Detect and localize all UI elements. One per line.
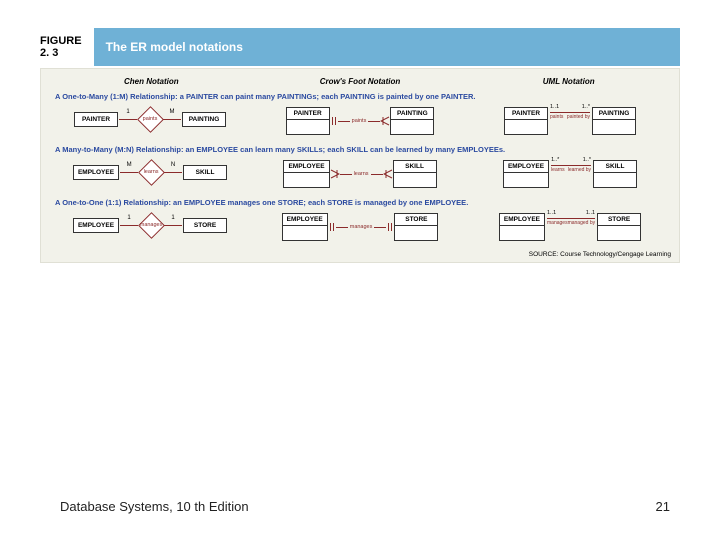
rel-diamond: paints [138, 107, 162, 131]
column-headers: Chen Notation Crow's Foot Notation UML N… [47, 77, 673, 86]
diagram-container: Chen Notation Crow's Foot Notation UML N… [40, 68, 680, 263]
entity-painter: PAINTER [74, 112, 118, 127]
uml-1m: PAINTER 1..11..* paintspainted by PAINTI… [467, 107, 673, 135]
figure-title: The ER model notations [94, 28, 680, 66]
crow-one-icon [330, 116, 338, 126]
figure-number: 2. 3 [40, 47, 82, 59]
figure-label: FIGURE [40, 35, 82, 47]
chen-mn: EMPLOYEE M learns N SKILL [47, 160, 253, 184]
desc-1m: A One-to-Many (1:M) Relationship: a PAIN… [55, 92, 673, 101]
figure-header: FIGURE 2. 3 The ER model notations [40, 28, 680, 66]
uml-11: EMPLOYEE 1..11..1 managesmanaged by STOR… [467, 213, 673, 241]
entity-painting: PAINTING [182, 112, 226, 127]
desc-mn: A Many-to-Many (M:N) Relationship: an EM… [55, 145, 673, 154]
col-chen: Chen Notation [47, 77, 256, 86]
row-mn: EMPLOYEE M learns N SKILL EMPLOYEE learn… [47, 160, 673, 188]
desc-11: A One-to-One (1:1) Relationship: an EMPL… [55, 198, 673, 207]
row-1m: PAINTER 1 paints M PAINTING PAINTER pain… [47, 107, 673, 135]
col-uml: UML Notation [464, 77, 673, 86]
rel-diamond: learns [139, 160, 163, 184]
uml-mn: EMPLOYEE 1..*1..* learnslearned by SKILL [467, 160, 673, 188]
crow-one-icon [386, 222, 394, 232]
source-credit: SOURCE: Course Technology/Cengage Learni… [47, 251, 673, 258]
crow-many-icon [330, 169, 340, 179]
row-11: EMPLOYEE 1 manages 1 STORE EMPLOYEE mana… [47, 213, 673, 241]
page-footer: Database Systems, 10 th Edition 21 [60, 499, 670, 514]
book-title: Database Systems, 10 th Edition [60, 499, 249, 514]
crow-many-icon [383, 169, 393, 179]
crow-mn: EMPLOYEE learns SKILL [257, 160, 463, 188]
crow-one-icon [328, 222, 336, 232]
rel-diamond: manages [139, 213, 163, 237]
crow-1m: PAINTER paints PAINTING [257, 107, 463, 135]
figure-number-block: FIGURE 2. 3 [40, 28, 94, 66]
crow-many-icon [380, 116, 390, 126]
chen-11: EMPLOYEE 1 manages 1 STORE [47, 213, 253, 237]
col-crow: Crow's Foot Notation [256, 77, 465, 86]
page-number: 21 [656, 499, 670, 514]
crow-11: EMPLOYEE manages STORE [257, 213, 463, 241]
chen-1m: PAINTER 1 paints M PAINTING [47, 107, 253, 131]
